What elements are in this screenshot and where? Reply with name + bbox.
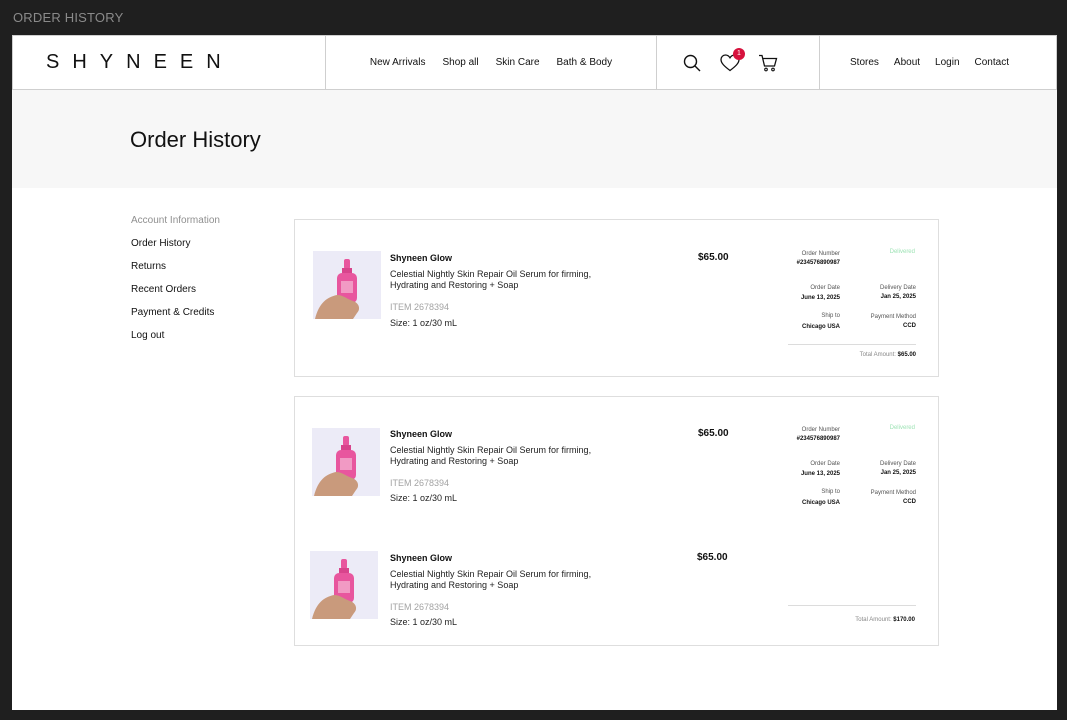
product-price: $65.00	[697, 552, 728, 563]
product-size: Size: 1 oz/30 mL	[390, 318, 458, 328]
order-number-label: Order Number	[801, 427, 840, 433]
product-name[interactable]: Shyneen Glow	[390, 553, 452, 563]
ship-to-label: Ship to	[821, 313, 840, 319]
nav-skin-care[interactable]: Skin Care	[496, 57, 540, 68]
order-total: Total Amount: $65.00	[860, 352, 916, 358]
ship-to: Chicago USA	[801, 324, 840, 330]
order-date: June 13, 2025	[800, 295, 840, 301]
sidebar-item-log-out[interactable]: Log out	[131, 330, 220, 341]
page-title: Order History	[130, 127, 261, 152]
product-sku: ITEM 2678394	[390, 602, 450, 612]
cart-button[interactable]	[757, 52, 779, 74]
delivery-date-label: Delivery Date	[879, 285, 916, 291]
brand-logo[interactable]: SHYNEEN	[46, 51, 234, 74]
wishlist-badge: 1	[733, 47, 745, 60]
total-label: Total Amount:	[855, 617, 892, 623]
product-description: Celestial Nightly Skin Repair Oil Serum …	[390, 445, 592, 466]
total-label: Total Amount:	[859, 352, 896, 358]
ship-to-label: Ship to	[821, 489, 840, 495]
search-icon	[683, 54, 701, 71]
payment-method-label: Payment Method	[870, 314, 916, 320]
order-status: Delivered	[889, 249, 915, 255]
account-sidebar: Account Information Order History Return…	[131, 215, 220, 353]
sidebar-item-payment-credits[interactable]: Payment & Credits	[131, 307, 220, 318]
order-card: Shyneen Glow Celestial Nightly Skin Repa…	[294, 219, 939, 377]
site-header: SHYNEEN New Arrivals Shop all Skin Care …	[12, 35, 1057, 90]
frame-title: ORDER HISTORY	[13, 10, 124, 25]
payment-method-label: Payment Method	[870, 490, 916, 496]
order-date: June 13, 2025	[800, 471, 840, 477]
product-image[interactable]	[312, 428, 380, 496]
cart-icon	[759, 54, 778, 71]
product-name[interactable]: Shyneen Glow	[390, 429, 452, 439]
order-date-label: Order Date	[810, 461, 840, 467]
product-description: Celestial Nightly Skin Repair Oil Serum …	[390, 269, 592, 290]
product-description: Celestial Nightly Skin Repair Oil Serum …	[390, 569, 592, 590]
product-photo-icon	[313, 251, 381, 319]
delivery-date-label: Delivery Date	[879, 461, 916, 467]
nav-bath-body[interactable]: Bath & Body	[557, 57, 613, 68]
product-size: Size: 1 oz/30 mL	[390, 493, 458, 503]
ship-to: Chicago USA	[801, 500, 840, 506]
product-photo-icon	[310, 551, 378, 619]
logo-cell: SHYNEEN	[13, 36, 326, 89]
page-hero: Order History	[12, 90, 1057, 188]
nav-new-arrivals[interactable]: New Arrivals	[370, 57, 426, 68]
product-price: $65.00	[698, 428, 729, 439]
order-number: #234576890987	[796, 436, 840, 442]
order-number-label: Order Number	[801, 251, 840, 257]
product-photo-icon	[312, 428, 380, 496]
page-canvas: SHYNEEN New Arrivals Shop all Skin Care …	[12, 35, 1057, 710]
order-card: Shyneen Glow Celestial Nightly Skin Repa…	[294, 396, 939, 646]
delivery-date: Jan 25, 2025	[880, 470, 916, 476]
product-name[interactable]: Shyneen Glow	[390, 253, 452, 263]
sidebar-item-order-history[interactable]: Order History	[131, 238, 220, 249]
total-amount: $65.00	[897, 352, 916, 358]
header-icons: 1	[657, 36, 820, 89]
nav-contact[interactable]: Contact	[975, 57, 1009, 68]
product-price: $65.00	[698, 252, 729, 263]
order-date-label: Order Date	[810, 285, 840, 291]
nav-login[interactable]: Login	[935, 57, 959, 68]
nav-shop-all[interactable]: Shop all	[442, 57, 478, 68]
utility-nav: Stores About Login Contact	[820, 36, 1056, 89]
search-button[interactable]	[681, 52, 703, 74]
main-nav: New Arrivals Shop all Skin Care Bath & B…	[326, 36, 657, 89]
wishlist-button[interactable]: 1	[719, 47, 745, 74]
delivery-date: Jan 25, 2025	[880, 294, 916, 300]
order-status: Delivered	[889, 425, 915, 431]
order-total: Total Amount: $170.00	[855, 617, 915, 623]
payment-method: CCD	[903, 499, 916, 505]
order-number: #234576890987	[796, 260, 840, 266]
sidebar-heading[interactable]: Account Information	[131, 215, 220, 226]
sidebar-item-recent-orders[interactable]: Recent Orders	[131, 284, 220, 295]
product-sku: ITEM 2678394	[390, 302, 450, 312]
divider	[788, 605, 916, 606]
product-image[interactable]	[310, 551, 378, 619]
product-image[interactable]	[313, 251, 381, 319]
total-amount: $170.00	[893, 617, 915, 623]
payment-method: CCD	[903, 323, 916, 329]
divider	[788, 344, 916, 345]
product-size: Size: 1 oz/30 mL	[390, 617, 458, 627]
product-sku: ITEM 2678394	[390, 478, 450, 488]
sidebar-item-returns[interactable]: Returns	[131, 261, 220, 272]
nav-about[interactable]: About	[894, 57, 920, 68]
nav-stores[interactable]: Stores	[850, 57, 879, 68]
